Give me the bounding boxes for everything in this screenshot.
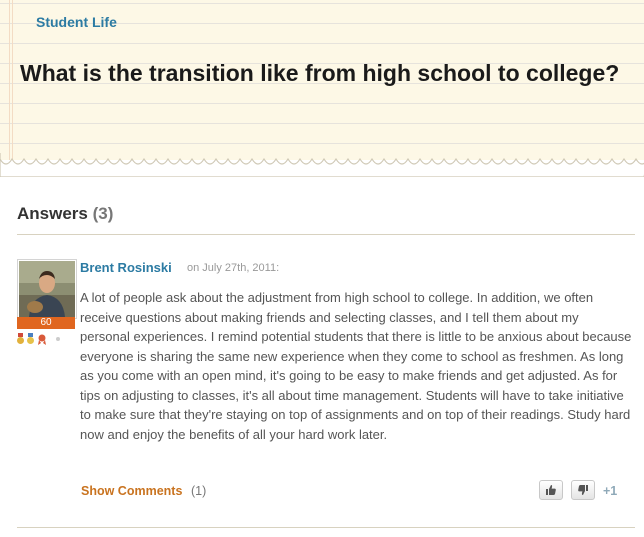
thumbs-up-icon bbox=[546, 485, 556, 495]
vote-score: +1 bbox=[603, 484, 618, 498]
avatar-photo bbox=[19, 261, 75, 317]
post-date: on July 27th, 2011: bbox=[187, 262, 280, 274]
karma-badge: 60 bbox=[17, 317, 75, 329]
ribbon-icon bbox=[38, 334, 46, 345]
divider bbox=[17, 527, 635, 528]
star-medal-icon bbox=[27, 333, 34, 344]
dot-icon bbox=[56, 337, 60, 341]
torn-paper-edge bbox=[0, 153, 644, 177]
question-title: What is the transition like from high sc… bbox=[20, 60, 620, 86]
thumbs-down-button[interactable] bbox=[571, 480, 595, 500]
avatar[interactable] bbox=[17, 259, 77, 319]
answers-heading: Answers (3) bbox=[17, 204, 113, 224]
award-icons bbox=[17, 333, 60, 345]
notepad-margin-line bbox=[9, 0, 10, 160]
category-link[interactable]: Student Life bbox=[36, 14, 117, 30]
comment-count: (1) bbox=[191, 484, 207, 498]
author-link[interactable]: Brent Rosinski bbox=[80, 260, 172, 275]
notepad-margin-line bbox=[12, 0, 13, 160]
show-comments-link[interactable]: Show Comments bbox=[81, 484, 182, 498]
divider bbox=[17, 234, 635, 235]
answers-count: (3) bbox=[92, 204, 114, 223]
answers-heading-label: Answers bbox=[17, 204, 88, 223]
thumbs-down-icon bbox=[578, 485, 588, 495]
medal-icon bbox=[17, 333, 24, 344]
question-header: Student Life What is the transition like… bbox=[0, 0, 644, 160]
thumbs-up-button[interactable] bbox=[539, 480, 563, 500]
answer-body: A lot of people ask about the adjustment… bbox=[80, 290, 632, 442]
